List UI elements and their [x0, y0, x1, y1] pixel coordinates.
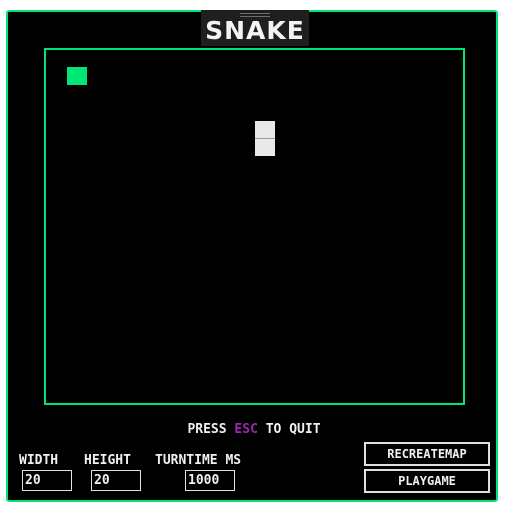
play-game-button[interactable]: PLAYGAME	[364, 469, 490, 493]
snake-head	[255, 121, 275, 138]
food-pellet	[67, 67, 87, 85]
height-label: HEIGHT	[84, 453, 131, 468]
width-label: WIDTH	[19, 453, 59, 468]
instructions-prefix: PRESS	[187, 422, 235, 437]
width-input[interactable]	[22, 470, 72, 491]
game-title: SNAKE	[205, 16, 305, 45]
turntime-label: TURNTIME MS	[155, 453, 242, 468]
snake-body-segment	[255, 138, 275, 156]
turntime-input[interactable]	[185, 470, 235, 491]
quit-instructions: PRESS ESC TO QUIT	[0, 422, 508, 437]
esc-key-hint: ESC	[234, 422, 258, 437]
game-board	[44, 48, 465, 405]
height-input[interactable]	[91, 470, 141, 491]
recreate-map-button[interactable]: RECREATEMAP	[364, 442, 490, 466]
instructions-suffix: TO QUIT	[257, 422, 321, 437]
